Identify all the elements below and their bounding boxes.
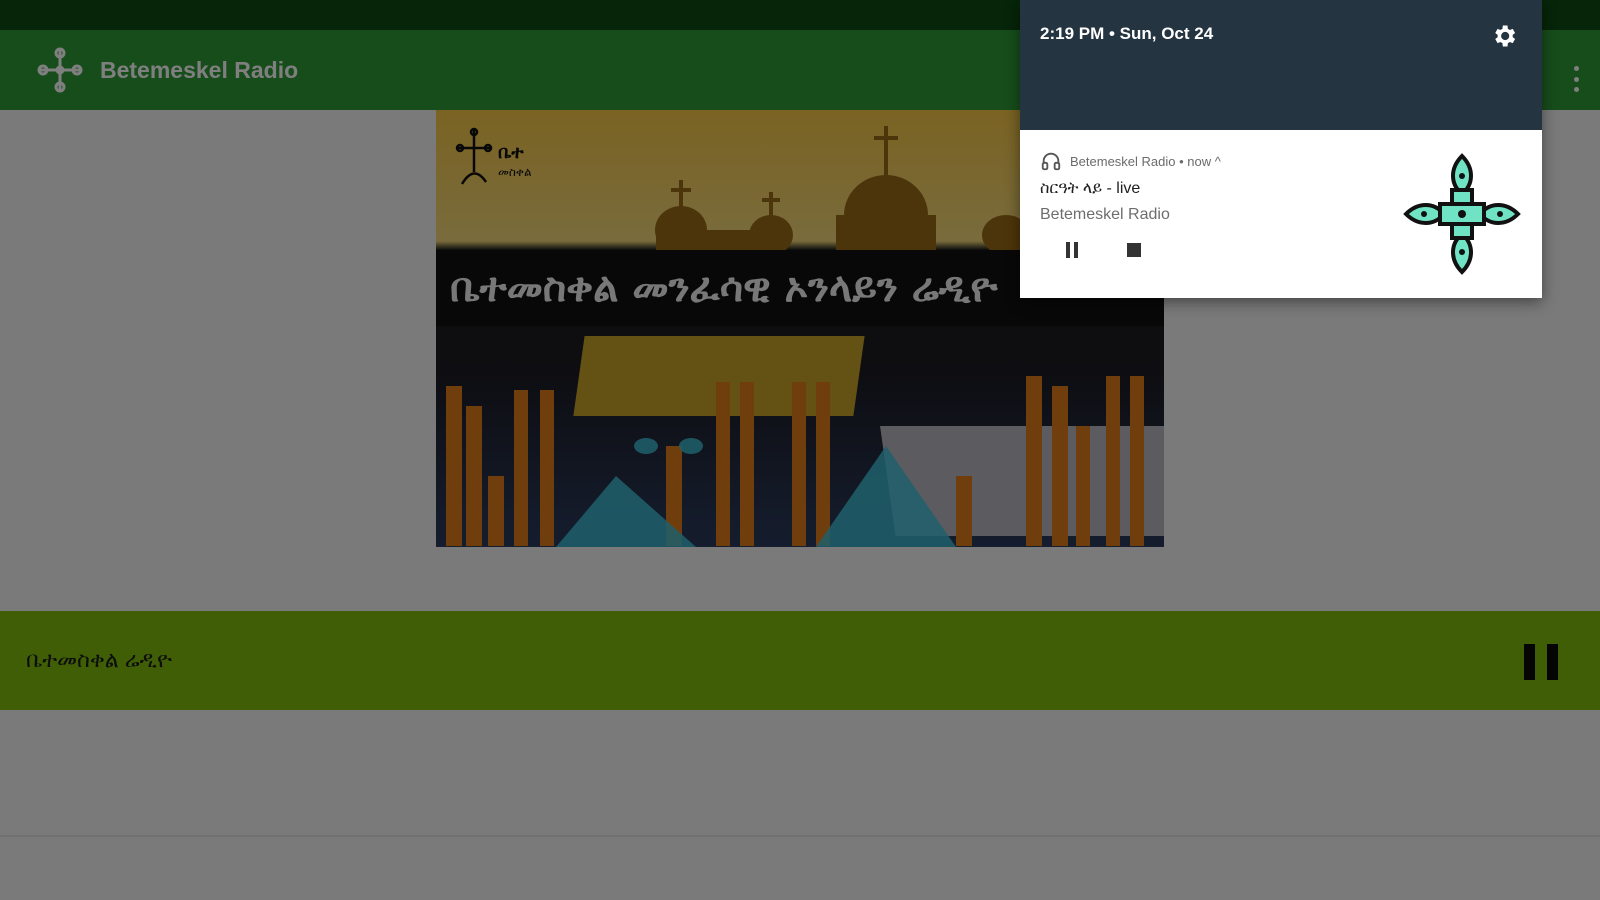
- notification-song-title: ስርዓት ላይ - live: [1040, 180, 1141, 197]
- notification-header: Betemeskel Radio • now ^: [1040, 150, 1221, 172]
- notification-stop-icon[interactable]: [1122, 238, 1146, 262]
- settings-gear-icon[interactable]: [1490, 22, 1518, 50]
- notification-artist: Betemeskel Radio: [1040, 206, 1170, 223]
- cross-artwork-icon: [1403, 153, 1521, 275]
- notification-pause-icon[interactable]: [1060, 238, 1084, 262]
- quick-settings-header: 2:19 PM • Sun, Oct 24: [1020, 0, 1542, 130]
- media-notification[interactable]: Betemeskel Radio • now ^ ስርዓት ላይ - live …: [1020, 130, 1542, 298]
- headphones-icon: [1041, 152, 1061, 171]
- notification-app-name: Betemeskel Radio • now ^: [1070, 153, 1221, 169]
- date-time: 2:19 PM • Sun, Oct 24: [1040, 24, 1214, 43]
- notification-shade: 2:19 PM • Sun, Oct 24 Betemeskel Radio •…: [1020, 0, 1542, 298]
